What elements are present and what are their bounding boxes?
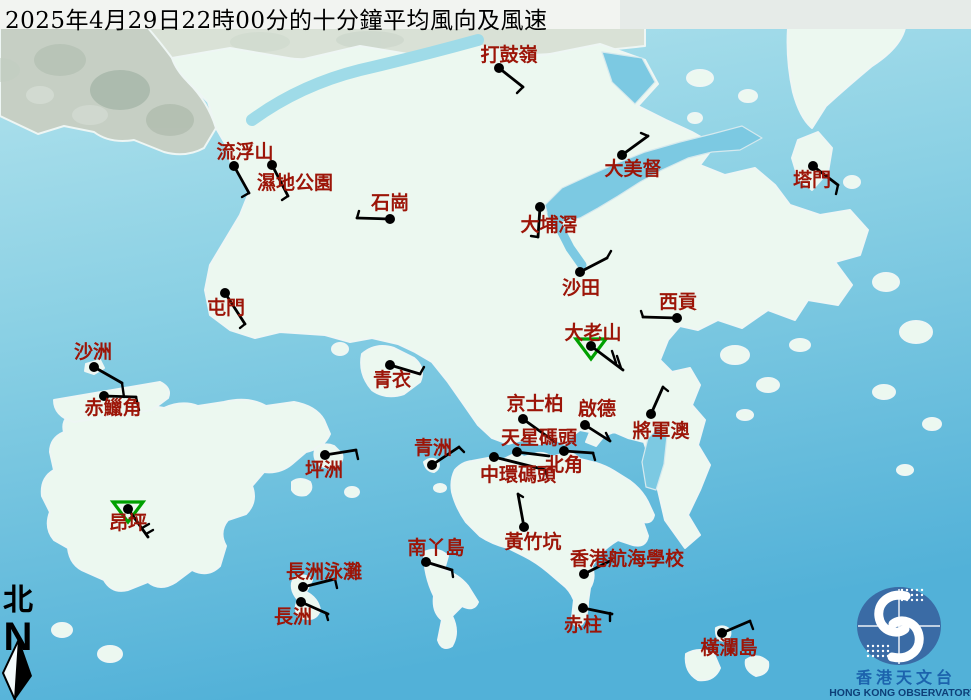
station-label: 大老山 <box>564 321 621 344</box>
station-label: 長洲 <box>274 606 312 628</box>
station-dot <box>89 362 99 372</box>
station-dot <box>385 214 395 224</box>
station-dot <box>427 460 437 470</box>
station-label: 坪洲 <box>305 459 343 481</box>
station-label: 赤鱲角 <box>84 396 141 419</box>
hko-logo-chinese: 香港天文台 <box>855 668 956 687</box>
station-label: 南丫島 <box>407 536 464 559</box>
station-label: 將軍澳 <box>632 419 690 442</box>
station-label: 青衣 <box>373 368 411 391</box>
station-dot <box>579 569 589 579</box>
station-label: 西貢 <box>659 291 697 313</box>
station-label: 赤柱 <box>564 613 602 636</box>
wind-barb-staff <box>641 315 679 320</box>
hong-kong-wind-map: 打鼓嶺流浮山濕地公園石崗 大美督 塔門大埔滘沙田西貢大老山 屯門沙洲赤鱲角 青衣青洲坪洲… <box>0 0 971 700</box>
title-strip-right <box>620 0 971 29</box>
station-label: 石崗 <box>370 191 409 214</box>
station-dot <box>298 582 308 592</box>
station-label: 塔門 <box>793 168 831 191</box>
station-label: 打鼓嶺 <box>480 43 537 66</box>
station-label: 橫瀾島 <box>700 636 757 659</box>
wind-map-page: 打鼓嶺流浮山濕地公園石崗 大美督 塔門大埔滘沙田西貢大老山 屯門沙洲赤鱲角 青衣青洲坪洲… <box>0 0 971 700</box>
station-dot <box>672 313 682 323</box>
station-label: 北角 <box>545 453 583 476</box>
page-title: 2025年4月29日22時00分的十分鐘平均風向及風速 <box>5 8 548 34</box>
station-label: 香港航海學校 <box>569 547 685 570</box>
wind-barb-feather <box>529 234 540 239</box>
north-hanzi-label: 北 <box>3 583 33 618</box>
station-label: 黃竹坑 <box>504 530 561 553</box>
station-label: 濕地公園 <box>257 171 333 194</box>
station-label: 天星碼頭 <box>501 427 578 449</box>
station-dot <box>578 603 588 613</box>
station-label: 長洲泳灘 <box>286 560 362 583</box>
station-label: 啟德 <box>578 397 616 420</box>
station-label: 沙田 <box>562 277 600 299</box>
station-dot <box>575 267 585 277</box>
station-label: 沙洲 <box>74 341 112 363</box>
wind-barb-feather <box>450 568 455 579</box>
station-label: 大美督 <box>604 157 661 180</box>
station-label: 屯門 <box>207 296 245 319</box>
station-dot <box>489 452 499 462</box>
station-dot <box>518 414 528 424</box>
station-dot <box>646 409 656 419</box>
station-label: 青洲 <box>414 437 452 459</box>
station-label: 昂坪 <box>109 512 147 534</box>
station-label: 大埔滘 <box>520 213 577 236</box>
station-dot <box>580 420 590 430</box>
hko-logo-english: HONG KONG OBSERVATORY <box>829 687 971 699</box>
station-dot <box>535 202 545 212</box>
station-label: 流浮山 <box>216 140 273 163</box>
station-label: 京士柏 <box>506 392 563 415</box>
station-dot <box>267 160 277 170</box>
